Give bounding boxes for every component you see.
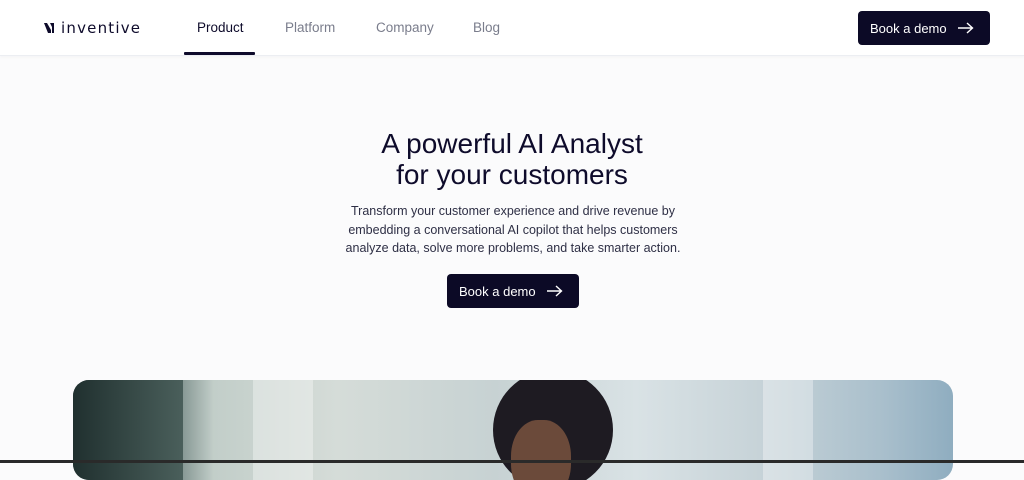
book-demo-hero-button[interactable]: Book a demo <box>447 274 579 308</box>
hero-headline-line1: A powerful AI Analyst <box>381 128 643 159</box>
nav-product[interactable]: Product <box>197 20 244 35</box>
active-tab-indicator <box>184 52 255 55</box>
book-demo-nav-label: Book a demo <box>870 20 947 36</box>
nav-company[interactable]: Company <box>376 20 434 35</box>
book-demo-hero-label: Book a demo <box>459 283 536 299</box>
brand-name: inventive <box>61 19 142 37</box>
arrow-right-icon <box>958 22 974 34</box>
brand-logo[interactable]: inventive <box>43 19 141 37</box>
nav-platform[interactable]: Platform <box>285 20 335 35</box>
hero-image <box>73 380 953 480</box>
top-navbar: inventive Product Platform Company Blog … <box>0 0 1024 56</box>
book-demo-nav-button[interactable]: Book a demo <box>858 11 990 45</box>
hero-subtext: Transform your customer experience and d… <box>345 204 681 255</box>
arrow-right-icon <box>547 285 563 297</box>
hero-headline-line2: for your customers <box>396 159 628 190</box>
inventive-logo-icon <box>44 23 54 33</box>
nav-blog[interactable]: Blog <box>473 20 500 35</box>
